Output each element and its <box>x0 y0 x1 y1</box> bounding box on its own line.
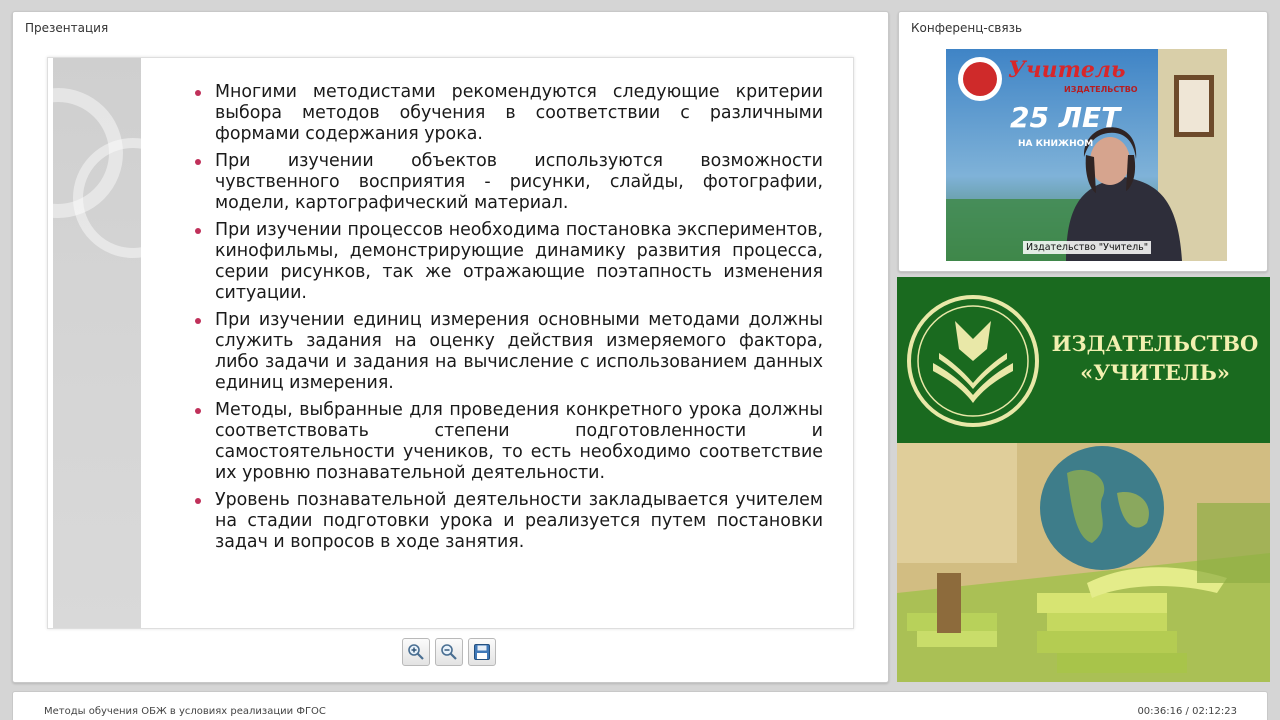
slide-bullet: Многими методистами рекомендуются следую… <box>195 82 823 144</box>
publisher-banner: ИЗДАТЕЛЬСТВО «УЧИТЕЛЬ» <box>897 277 1270 682</box>
publisher-name-line1: ИЗДАТЕЛЬСТВО <box>1051 331 1259 356</box>
slide-toolbar <box>402 638 496 666</box>
slide-bullet: Методы, выбранные для проведения конкрет… <box>195 400 823 483</box>
video-backdrop-line: НА КНИЖНОМ <box>1018 139 1094 149</box>
playback-time: 00:36:16 / 02:12:23 <box>1137 706 1237 717</box>
save-button[interactable] <box>468 638 496 666</box>
slide-bullet-list: Многими методистами рекомендуются следую… <box>195 82 823 559</box>
slide-decor-sidebar <box>48 58 193 628</box>
slide: Многими методистами рекомендуются следую… <box>47 57 854 629</box>
conference-title: Конференц-связь <box>911 21 1023 35</box>
player-footer: Методы обучения ОБЖ в условиях реализаци… <box>12 691 1268 720</box>
publisher-name-line2: «УЧИТЕЛЬ» <box>1080 360 1230 385</box>
presentation-panel: Презентация Многими методистами рекоменд… <box>12 11 889 683</box>
floppy-disk-icon <box>474 644 490 660</box>
video-backdrop-years: 25 ЛЕТ <box>1010 101 1121 134</box>
zoom-out-icon <box>441 644 457 660</box>
slide-bullet: При изучении единиц измерения основными … <box>195 310 823 393</box>
books-globe-image <box>897 443 1270 682</box>
course-title: Методы обучения ОБЖ в условиях реализаци… <box>44 706 326 717</box>
zoom-out-button[interactable] <box>435 638 463 666</box>
zoom-in-button[interactable] <box>402 638 430 666</box>
slide-bullet: При изучении объектов используются возмо… <box>195 151 823 213</box>
banner-image <box>897 443 1270 682</box>
slide-decor-ring <box>73 138 193 258</box>
conference-panel: Конференц-связь Учитель ИЗДАТЕЛЬСТВО 25 … <box>898 11 1268 272</box>
slide-bullet: При изучении процессов необходима постан… <box>195 220 823 303</box>
video-feed[interactable]: Учитель ИЗДАТЕЛЬСТВО 25 ЛЕТ НА КНИЖНОМ И… <box>946 49 1227 261</box>
video-backdrop-logo: Учитель <box>1008 57 1126 83</box>
publisher-name: ИЗДАТЕЛЬСТВО «УЧИТЕЛЬ» <box>1044 329 1266 387</box>
video-label: Издательство "Учитель" <box>1023 241 1152 254</box>
presentation-title: Презентация <box>25 21 109 35</box>
zoom-in-icon <box>408 644 424 660</box>
banner-header: ИЗДАТЕЛЬСТВО «УЧИТЕЛЬ» <box>897 277 1270 443</box>
video-backdrop-subtitle: ИЗДАТЕЛЬСТВО <box>1064 85 1138 94</box>
slide-bullet: Уровень познавательной деятельности закл… <box>195 490 823 552</box>
publisher-logo-icon <box>907 295 1039 427</box>
